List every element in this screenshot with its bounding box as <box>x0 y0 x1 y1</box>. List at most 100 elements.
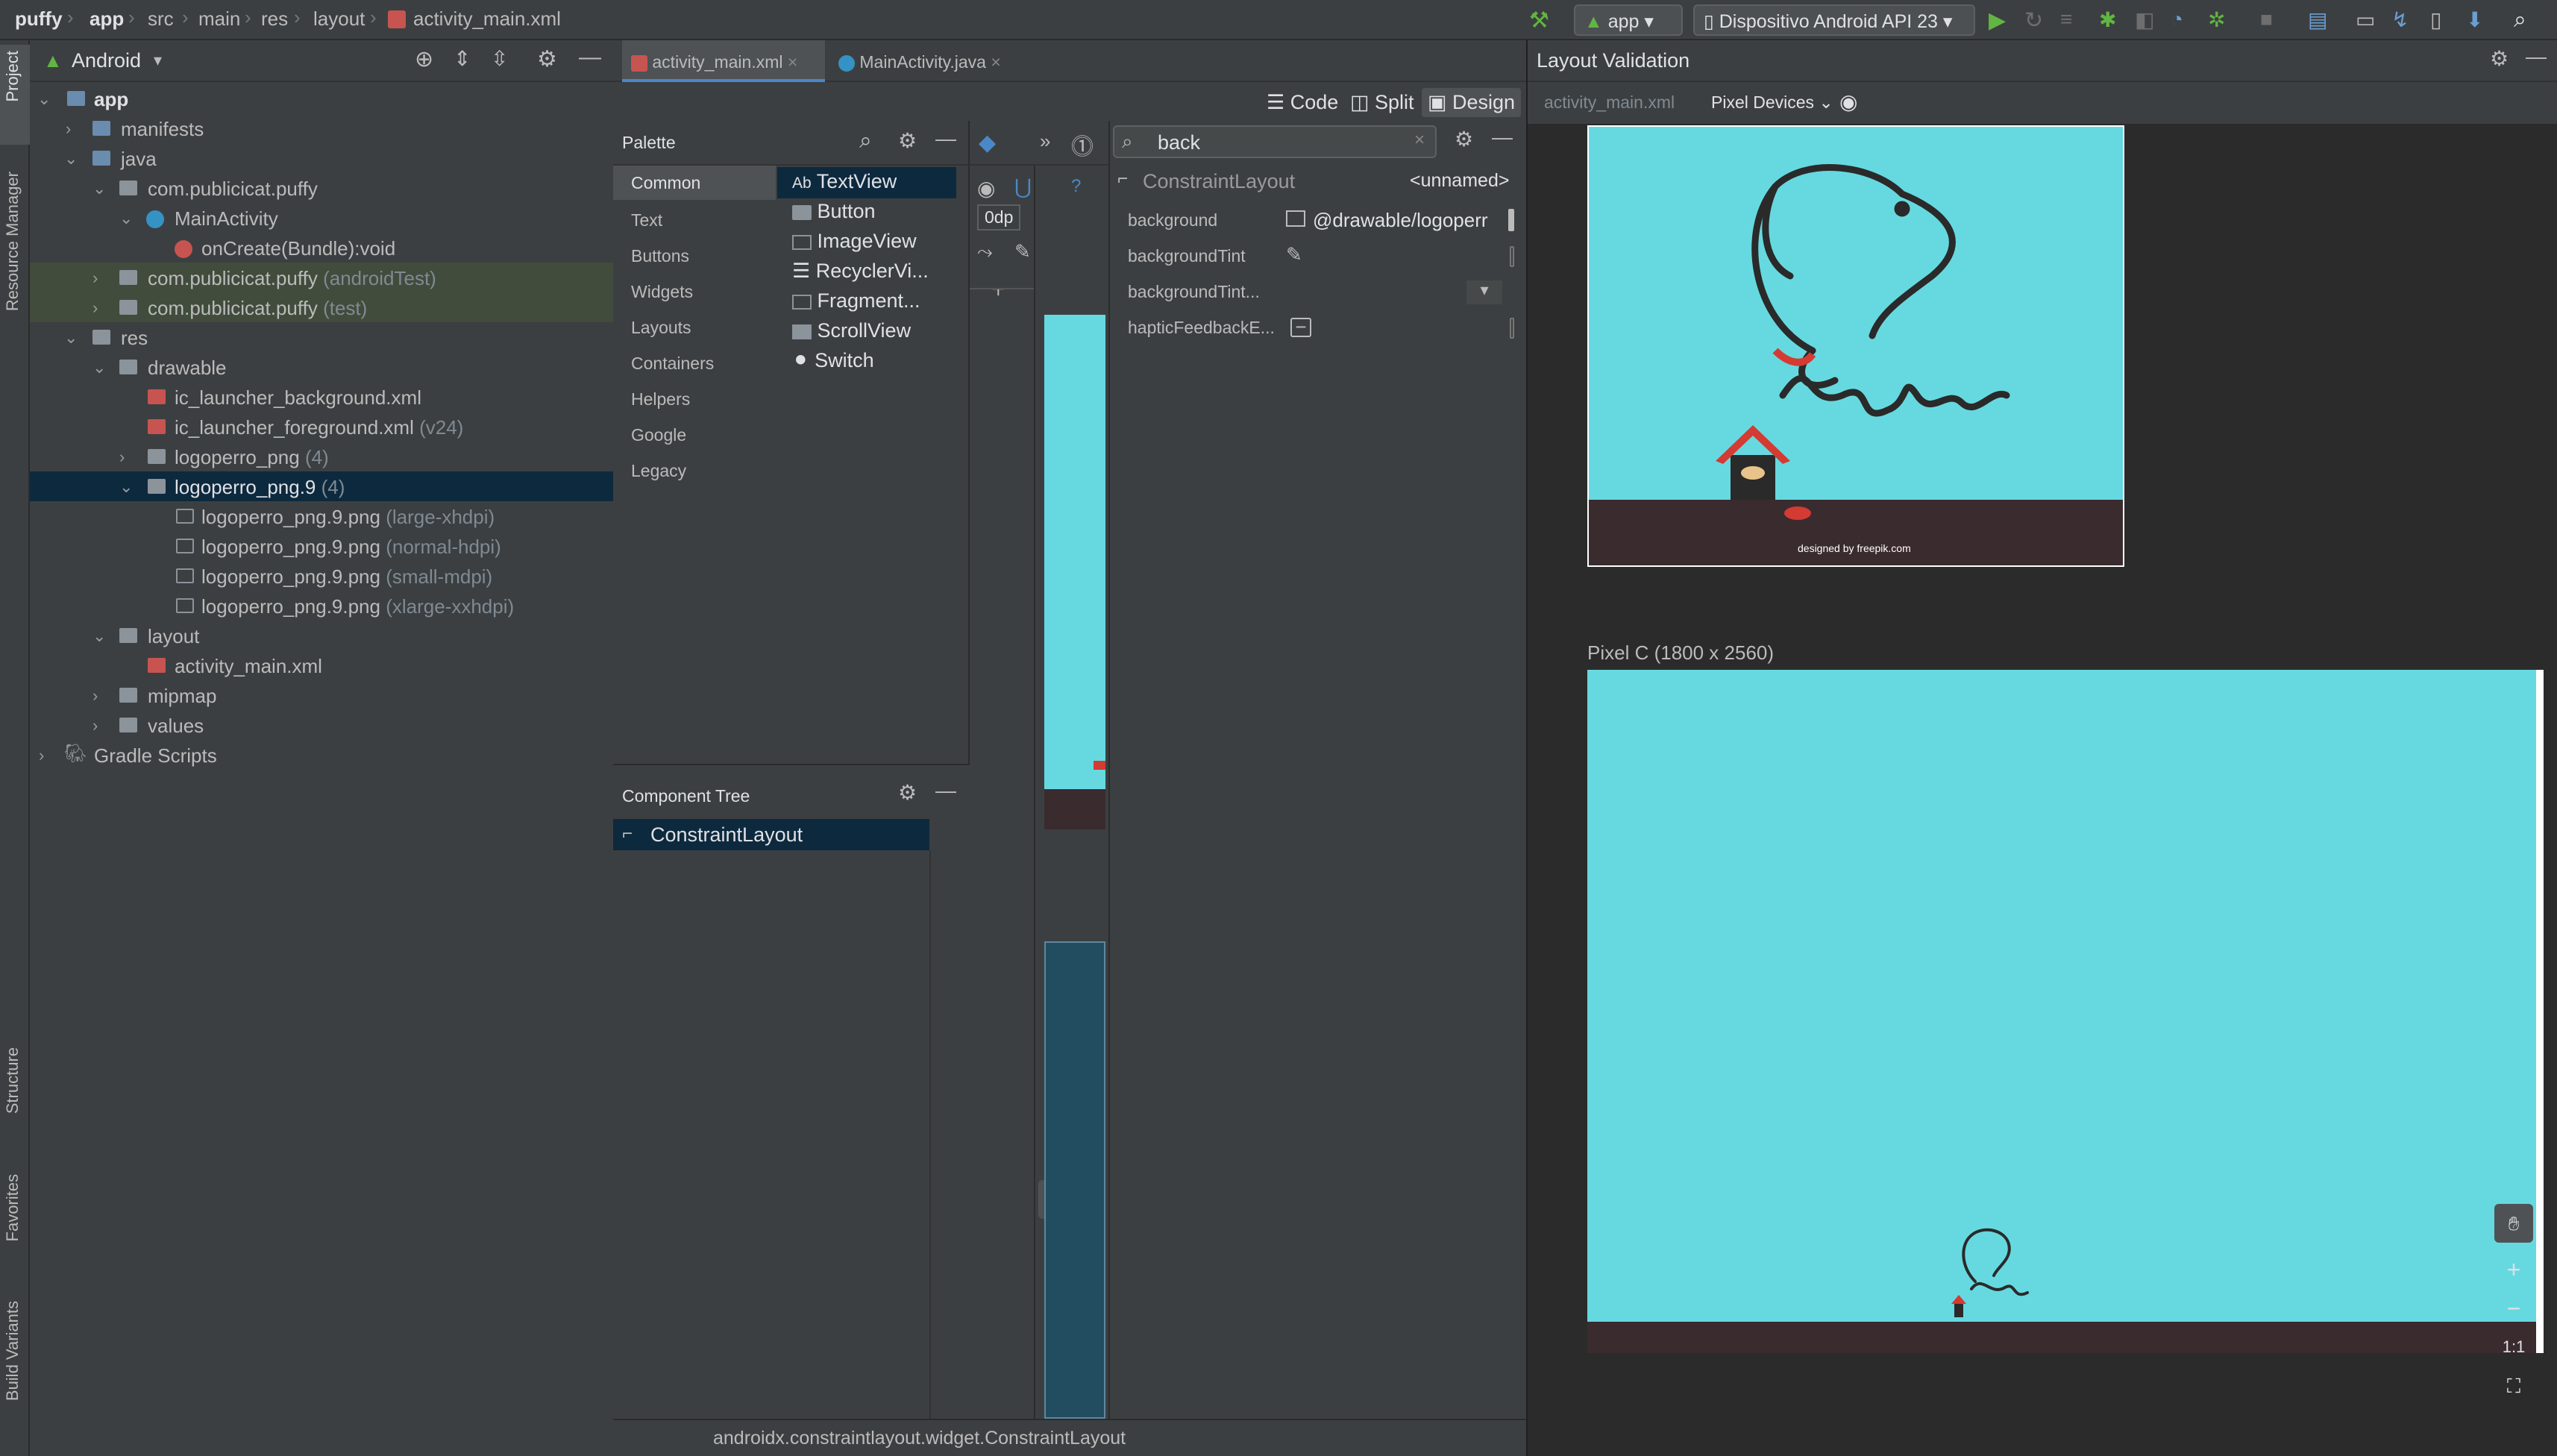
tab-activity-main[interactable]: activity_main.xml × <box>622 40 825 82</box>
rerun-icon[interactable]: ↻ <box>2024 7 2048 33</box>
search-icon[interactable]: ⌕ <box>859 128 872 154</box>
tree-item-ic-launcher-foreground[interactable]: ic_launcher_foreground.xml (v24) <box>30 412 613 442</box>
tree-item-logoperro-png9[interactable]: ⌄ logoperro_png.9 (4) <box>30 471 613 501</box>
palette-category-layouts[interactable]: Layouts <box>631 318 691 338</box>
favorites-tool-button[interactable]: Favorites <box>3 1174 22 1241</box>
project-tool-button[interactable]: Project <box>3 51 22 101</box>
terminal-icon[interactable]: ▭ <box>2356 7 2379 31</box>
zoom-in-icon[interactable]: + <box>2494 1250 2533 1289</box>
checkbox-indeterminate-icon[interactable]: − <box>1290 317 1311 337</box>
breadcrumb-src[interactable]: src <box>148 7 174 31</box>
palette-item-imageview[interactable]: ImageView <box>792 230 917 253</box>
help-icon[interactable]: ? <box>1071 176 1081 197</box>
tree-item-drawable[interactable]: ⌄ drawable <box>30 352 613 382</box>
chevron-down-icon[interactable]: ▾ <box>154 51 162 70</box>
gear-icon[interactable]: ⚙ <box>2490 46 2509 71</box>
tab-mainactivity-java[interactable]: MainActivity.java × <box>829 40 1029 82</box>
attribute-row-hapticfeedback[interactable]: hapticFeedbackE... − <box>1110 310 1528 346</box>
gear-icon[interactable]: ⚙ <box>898 128 917 153</box>
breadcrumb-res[interactable]: res <box>261 7 288 31</box>
default-margin-select[interactable]: 0dp <box>977 204 1021 230</box>
palette-category-text[interactable]: Text <box>631 210 662 230</box>
tree-item-test[interactable]: › com.publicicat.puffy (test) <box>30 292 613 322</box>
tree-item-ic-launcher-background[interactable]: ic_launcher_background.xml <box>30 382 613 412</box>
palette-item-fragment[interactable]: Fragment... <box>792 289 920 313</box>
palette-category-legacy[interactable]: Legacy <box>631 461 686 481</box>
minimize-icon[interactable]: — <box>935 779 956 803</box>
tree-item-values[interactable]: › values <box>30 710 613 740</box>
tree-item-androidtest[interactable]: › com.publicicat.puffy (androidTest) <box>30 263 613 292</box>
blueprint-canvas-preview[interactable] <box>1044 941 1105 1419</box>
device-select[interactable]: ▯ Dispositivo Android API 23 ▾ <box>1693 4 1975 36</box>
project-structure-icon[interactable]: ▤ <box>2308 7 2332 31</box>
minimize-icon[interactable]: — <box>2526 45 2547 69</box>
palette-category-widgets[interactable]: Widgets <box>631 282 693 302</box>
breadcrumb-puffy[interactable]: puffy <box>15 7 63 31</box>
zoom-fit-icon[interactable]: ⛶ <box>2494 1366 2533 1405</box>
clear-constraints-icon[interactable]: ⤳ <box>977 240 993 264</box>
close-icon[interactable]: × <box>788 52 797 72</box>
tree-item-png-large[interactable]: logoperro_png.9.png (large-xhdpi) <box>30 501 613 531</box>
attribute-component-id[interactable]: <unnamed> <box>1410 170 1509 192</box>
warning-icon[interactable]: ⓵ <box>1071 128 1094 161</box>
device-set-select[interactable]: Pixel Devices ⌄ <box>1704 87 1841 118</box>
palette-item-textview[interactable]: Ab TextView <box>777 167 956 198</box>
device-preview-2[interactable] <box>1587 670 2544 1353</box>
minimize-icon[interactable]: — <box>935 127 956 151</box>
code-mode-button[interactable]: ☰ Code <box>1261 88 1344 117</box>
split-mode-button[interactable]: ◫ Split <box>1344 88 1420 117</box>
palette-item-scrollview[interactable]: ScrollView <box>792 319 911 342</box>
gear-icon[interactable]: ⚙ <box>898 780 917 805</box>
tree-item-app[interactable]: ⌄ app <box>30 84 613 113</box>
tree-item-png-small[interactable]: logoperro_png.9.png (small-mdpi) <box>30 561 613 591</box>
tree-item-mainactivity[interactable]: ⌄ MainActivity <box>30 203 613 233</box>
resource-manager-tool-button[interactable]: Resource Manager <box>3 172 22 311</box>
collapse-all-icon[interactable]: ⇳ <box>491 46 508 71</box>
palette-category-buttons[interactable]: Buttons <box>631 246 689 266</box>
tree-item-gradle-scripts[interactable]: › 🐘︎ Gradle Scripts <box>30 740 613 770</box>
close-icon[interactable]: × <box>991 52 1000 72</box>
tree-item-package[interactable]: ⌄ com.publicicat.puffy <box>30 173 613 203</box>
avd-manager-icon[interactable]: ▯ <box>2430 7 2454 31</box>
palette-category-common[interactable]: Common <box>613 166 776 200</box>
attach-process-icon[interactable]: ✲ <box>2208 7 2232 31</box>
tree-item-manifests[interactable]: › manifests <box>30 113 613 143</box>
magnet-icon[interactable]: ⋃ <box>1014 175 1032 199</box>
device-preview-1[interactable]: designed by freepik.com <box>1587 125 2124 567</box>
design-canvas-preview[interactable] <box>1044 315 1105 829</box>
palette-category-helpers[interactable]: Helpers <box>631 389 690 410</box>
attribute-row-backgroundtintmode[interactable]: backgroundTint... ▾ <box>1110 274 1528 310</box>
apply-changes-icon[interactable]: ≡ <box>2060 7 2084 31</box>
build-variants-tool-button[interactable]: Build Variants <box>3 1301 22 1401</box>
zoom-out-icon[interactable]: − <box>2494 1289 2533 1328</box>
tree-item-png-normal[interactable]: logoperro_png.9.png (normal-hdpi) <box>30 531 613 561</box>
eye-icon[interactable]: ◉ <box>1839 90 1857 114</box>
tree-item-java[interactable]: ⌄ java <box>30 143 613 173</box>
project-view-select[interactable]: Android <box>72 49 141 72</box>
run-icon[interactable]: ▶ <box>1989 7 2012 33</box>
clear-icon[interactable]: × <box>1414 130 1425 151</box>
structure-tool-button[interactable]: Structure <box>3 1047 22 1114</box>
gear-icon[interactable]: ⚙ <box>537 46 557 72</box>
design-mode-button[interactable]: ▣ Design <box>1422 88 1522 117</box>
eyedropper-icon[interactable]: ✎ <box>1286 243 1302 266</box>
build-hammer-icon[interactable]: ⚒ <box>1529 7 1553 33</box>
palette-category-google[interactable]: Google <box>631 425 686 445</box>
attribute-row-backgroundtint[interactable]: backgroundTint ✎ <box>1110 239 1528 274</box>
attach-debugger-icon[interactable]: ◧ <box>2135 7 2159 31</box>
tree-item-png-xlarge[interactable]: logoperro_png.9.png (xlarge-xxhdpi) <box>30 591 613 621</box>
search-icon[interactable]: ⌕ <box>2514 7 2538 32</box>
tree-item-logoperro-png[interactable]: › logoperro_png (4) <box>30 442 613 471</box>
component-tree-item-constraintlayout[interactable]: ⌐ ConstraintLayout <box>613 819 929 850</box>
resource-picker-indicator[interactable] <box>1510 246 1514 267</box>
stop-icon[interactable]: ■ <box>2260 7 2284 31</box>
pan-hand-icon[interactable]: ✋︎ <box>2494 1204 2533 1243</box>
palette-item-button[interactable]: Button <box>792 200 876 223</box>
palette-item-recyclerview[interactable]: ☰ RecyclerVi... <box>792 260 929 283</box>
layers-icon[interactable]: ◆ <box>979 130 996 156</box>
attribute-value[interactable]: @drawable/logoperr <box>1313 209 1492 232</box>
breadcrumb-main[interactable]: main <box>198 7 240 31</box>
gear-icon[interactable]: ⚙ <box>1455 127 1473 151</box>
resource-picker-indicator[interactable] <box>1510 318 1514 339</box>
chevron-down-icon[interactable]: ▾ <box>1466 280 1502 304</box>
